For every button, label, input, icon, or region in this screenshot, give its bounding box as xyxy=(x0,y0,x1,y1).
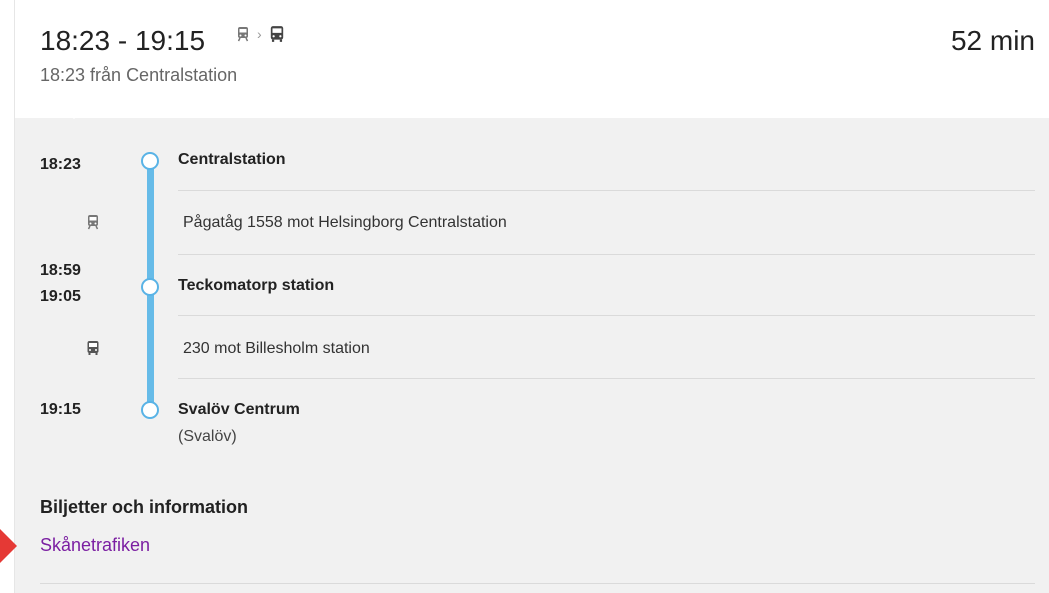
trip-details-panel: 18:23 Centralstation Pågatåg 1558 mot He… xyxy=(15,109,1049,593)
transport-modes: › xyxy=(235,24,286,44)
divider xyxy=(178,378,1035,379)
divider xyxy=(40,583,1035,584)
leg-description[interactable]: Pågatåg 1558 mot Helsingborg Centralstat… xyxy=(183,212,507,234)
stop-time: 19:15 xyxy=(40,401,81,418)
stop-name[interactable]: Teckomatorp station xyxy=(178,275,334,297)
bus-icon xyxy=(270,26,283,42)
divider xyxy=(178,315,1035,316)
stop-name[interactable]: Svalöv Centrum xyxy=(178,399,300,421)
stop-departure-time: 19:05 xyxy=(40,288,81,305)
stop-marker xyxy=(141,401,159,419)
trip-duration: 52 min xyxy=(950,25,1035,56)
stop-locality: (Svalöv) xyxy=(178,428,237,445)
pointer-marker-icon xyxy=(0,528,17,564)
divider xyxy=(178,254,1035,255)
stop-marker xyxy=(141,278,159,296)
train-icon xyxy=(87,215,99,230)
train-icon xyxy=(237,27,249,42)
departure-info: 18:23 från Centralstation xyxy=(40,65,238,85)
stop-time: 18:23 xyxy=(40,156,81,173)
stop-marker xyxy=(141,152,159,170)
trip-summary-header[interactable]: 18:23 - 19:15 › 52 min 18:23 från Centra… xyxy=(40,0,1035,118)
panel-notch xyxy=(62,109,86,119)
divider xyxy=(178,190,1035,191)
leg-description[interactable]: 230 mot Billesholm station xyxy=(183,338,370,360)
bus-icon xyxy=(87,341,99,355)
skanetrafiken-link[interactable]: Skånetrafiken xyxy=(40,534,150,556)
trip-time-range: 18:23 - 19:15 xyxy=(40,25,206,56)
tickets-heading: Biljetter och information xyxy=(40,497,249,517)
stop-arrival-time: 18:59 xyxy=(40,262,81,279)
stop-name[interactable]: Centralstation xyxy=(178,149,286,171)
chevron-right-icon: › xyxy=(257,26,262,42)
